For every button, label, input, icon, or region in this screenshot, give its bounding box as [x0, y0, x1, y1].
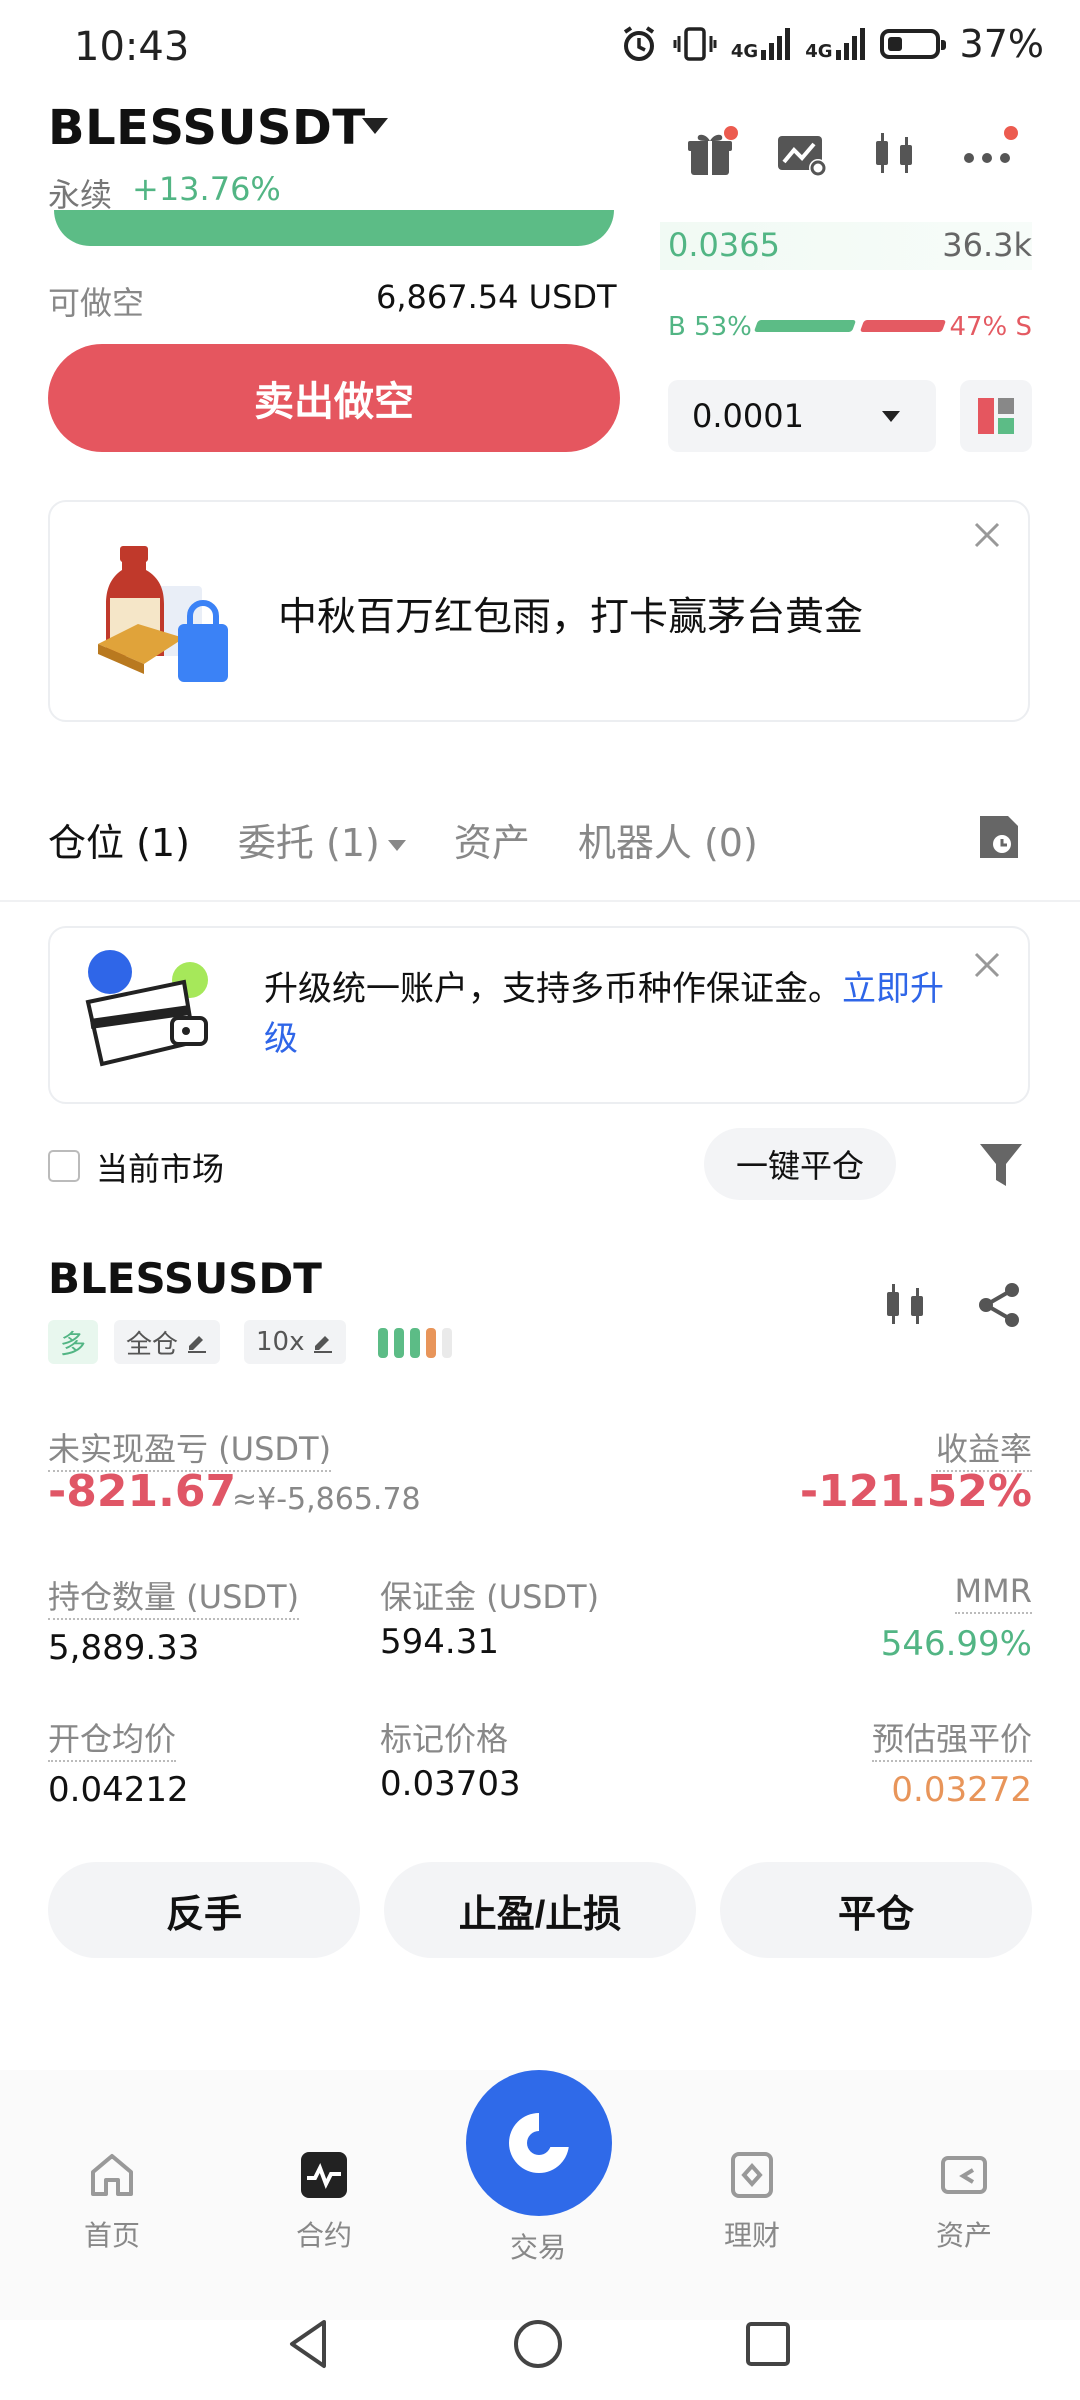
available-short-label: 可做空	[48, 284, 145, 322]
mmr-label[interactable]: MMR	[954, 1572, 1032, 1614]
battery-percent: 37%	[959, 22, 1044, 66]
side-tag: 多	[48, 1320, 99, 1364]
unrealized-pnl-cny: ≈¥-5,865.78	[232, 1482, 421, 1517]
mark-price-value: 0.03703	[380, 1764, 521, 1804]
sell-short-button[interactable]: 卖出做空	[48, 344, 620, 452]
mmr-value: 546.99%	[880, 1624, 1032, 1664]
tab-assets[interactable]: 资产	[454, 812, 530, 867]
pair-selector[interactable]: BLESSUSDT	[48, 100, 366, 156]
edit-icon	[314, 1336, 333, 1353]
sell-ratio: 47% S	[949, 312, 1032, 342]
current-market-label: 当前市场	[96, 1150, 225, 1188]
liq-price-label[interactable]: 预估强平价	[871, 1720, 1032, 1762]
mark-price-label: 标记价格	[380, 1720, 509, 1758]
close-all-button[interactable]: 一键平仓	[704, 1128, 896, 1200]
filter-icon	[980, 1144, 1022, 1186]
roe-value: -121.52%	[799, 1466, 1032, 1517]
history-icon	[980, 816, 1018, 858]
share-button[interactable]	[974, 1280, 1024, 1334]
buy-ratio-bar	[753, 320, 857, 332]
earn-icon	[731, 2152, 773, 2198]
tpsl-button[interactable]: 止盈/止损	[384, 1862, 696, 1958]
nav-earn[interactable]: 理财	[692, 2150, 812, 2254]
size-value: 5,889.33	[48, 1628, 200, 1668]
more-button[interactable]	[956, 122, 1020, 186]
close-icon	[974, 522, 1000, 548]
candlestick-button[interactable]	[862, 122, 926, 186]
promo-text: 中秋百万红包雨，打卡赢茅台黄金	[278, 595, 864, 640]
chevron-down-icon	[882, 410, 900, 422]
more-icon	[964, 153, 1010, 163]
price-change: +13.76%	[132, 170, 281, 208]
buy-ratio: B 53%	[668, 312, 752, 342]
current-market-checkbox[interactable]	[48, 1150, 80, 1182]
tab-bots[interactable]: 机器人 (0)	[578, 812, 758, 867]
tab-positions[interactable]: 仓位 (1)	[48, 812, 190, 867]
history-button[interactable]	[976, 812, 1022, 862]
orderbook-layout-button[interactable]	[960, 380, 1032, 452]
signal-2-icon: 4G	[805, 28, 865, 61]
position-symbol[interactable]: BLESSUSDT	[48, 1254, 322, 1303]
promo-close-button[interactable]	[972, 520, 1002, 554]
chart-settings-button[interactable]	[770, 122, 834, 186]
vibrate-icon	[673, 27, 717, 61]
chevron-down-icon	[387, 840, 406, 851]
candlestick-icon	[876, 133, 912, 173]
chart-settings-icon	[778, 136, 827, 177]
margin-mode-tag[interactable]: 全仓	[114, 1320, 221, 1364]
size-label[interactable]: 持仓数量 (USDT)	[48, 1578, 300, 1620]
orderbook-quantity: 36.3k	[942, 226, 1032, 264]
share-icon	[979, 1283, 1019, 1327]
status-icons: 4G 4G 37%	[619, 22, 1044, 66]
buy-long-button-partial[interactable]	[54, 210, 614, 246]
margin-value: 594.31	[380, 1622, 499, 1662]
position-chart-button[interactable]	[880, 1280, 930, 1334]
nav-assets[interactable]: 资产	[904, 2150, 1024, 2254]
recents-icon[interactable]	[744, 2320, 792, 2368]
orderbook-layout-icon	[978, 398, 1014, 434]
liq-price-value: 0.03272	[891, 1770, 1032, 1810]
position-tabs: 仓位 (1) 委托 (1) 资产 机器人 (0)	[48, 812, 806, 867]
status-time: 10:43	[74, 24, 190, 70]
margin-label: 保证金 (USDT)	[380, 1578, 600, 1616]
home-circle-icon[interactable]	[512, 2318, 564, 2370]
nav-trade-button[interactable]	[466, 2070, 612, 2216]
close-icon	[974, 952, 1000, 978]
promo-illustration	[98, 546, 228, 682]
futures-icon	[301, 2152, 347, 2198]
gift-button[interactable]	[678, 122, 742, 186]
nav-home[interactable]: 首页	[52, 2150, 172, 2254]
chevron-down-icon[interactable]	[362, 118, 388, 134]
wallet-icon	[941, 2156, 987, 2194]
alarm-icon	[623, 26, 655, 61]
entry-price-value: 0.04212	[48, 1770, 189, 1810]
nav-futures[interactable]: 合约	[264, 2150, 384, 2254]
home-icon	[91, 2154, 133, 2196]
wallet-illustration	[85, 950, 208, 1067]
upgrade-text: 升级统一账户，支持多币种作保证金。立即升级	[264, 969, 944, 1059]
depth-precision-value: 0.0001	[692, 397, 804, 435]
upgrade-close-button[interactable]	[972, 950, 1002, 984]
signal-1-icon: 4G	[731, 28, 791, 61]
divider	[0, 900, 1080, 902]
system-navigation	[0, 2300, 1080, 2400]
available-short-value: 6,867.54 USDT	[376, 278, 617, 316]
reverse-button[interactable]: 反手	[48, 1862, 360, 1958]
nav-trade-label: 交易	[510, 2231, 567, 2264]
candlestick-icon	[887, 1284, 923, 1324]
entry-price-label[interactable]: 开仓均价	[48, 1720, 177, 1762]
close-position-button[interactable]: 平仓	[720, 1862, 1032, 1958]
tab-orders[interactable]: 委托 (1)	[238, 812, 406, 867]
edit-icon	[188, 1336, 207, 1353]
unrealized-pnl-value: -821.67	[48, 1466, 237, 1517]
depth-precision-select[interactable]: 0.0001	[668, 380, 936, 452]
battery-icon	[879, 29, 946, 59]
leverage-tag[interactable]: 10x	[244, 1320, 347, 1364]
sell-ratio-bar	[859, 320, 947, 332]
back-icon[interactable]	[286, 2318, 330, 2370]
orderbook-price: 0.0365	[668, 226, 780, 264]
filter-button[interactable]	[978, 1140, 1024, 1194]
risk-level-indicator	[378, 1328, 452, 1358]
trade-icon	[509, 2113, 569, 2173]
